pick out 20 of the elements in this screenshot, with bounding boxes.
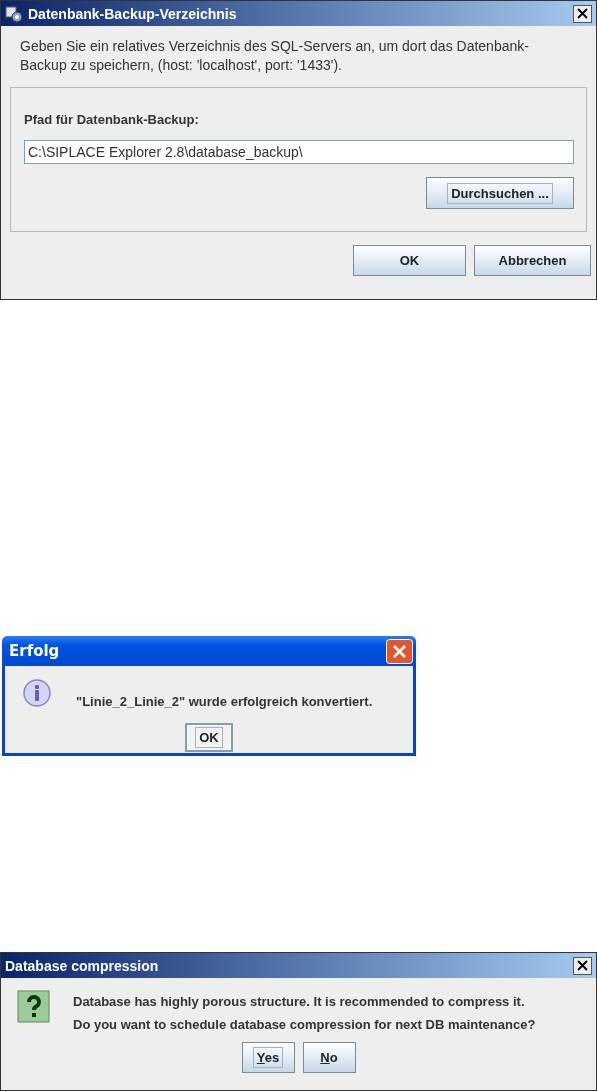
app-icon <box>5 4 23 23</box>
dialog-button[interactable]: Durchsuchen ... <box>426 177 574 209</box>
window-title: Erfolg <box>9 642 61 660</box>
dialog-button[interactable]: Yes <box>241 1042 295 1073</box>
message-text: "Linie_2_Linie_2" wurde erfolgreich konvertiert. <box>76 693 373 711</box>
dialog-button[interactable]: No <box>302 1042 356 1073</box>
dialog-button[interactable]: OK <box>353 245 466 276</box>
close-icon[interactable] <box>573 956 592 975</box>
window-title: Database compression <box>5 957 160 974</box>
dialog-button[interactable]: OK <box>185 723 233 752</box>
window-title: Datenbank-Backup-Verzeichnis <box>28 5 238 22</box>
dialog-button[interactable]: Abbrechen <box>474 245 591 276</box>
message-text: Database has highly porous structure. It is recommended to compress it. <box>73 993 526 1011</box>
message-text: Do you want to schedule database compression for next DB maintenance? <box>73 1016 536 1034</box>
path-field[interactable]: C:\SIPLACE Explorer 2.8\database_backup\ <box>24 140 574 164</box>
info-icon <box>22 678 52 708</box>
instruction-text: Geben Sie ein relatives Verzeichnis des SQL-Servers an, um dort das Datenbank-Backup zu speichern, (host: 'localhost', port: '1433'). <box>20 37 530 75</box>
field-label: Pfad für Datenbank-Backup: <box>24 112 200 127</box>
close-icon[interactable] <box>573 4 592 23</box>
question-icon <box>17 990 51 1024</box>
